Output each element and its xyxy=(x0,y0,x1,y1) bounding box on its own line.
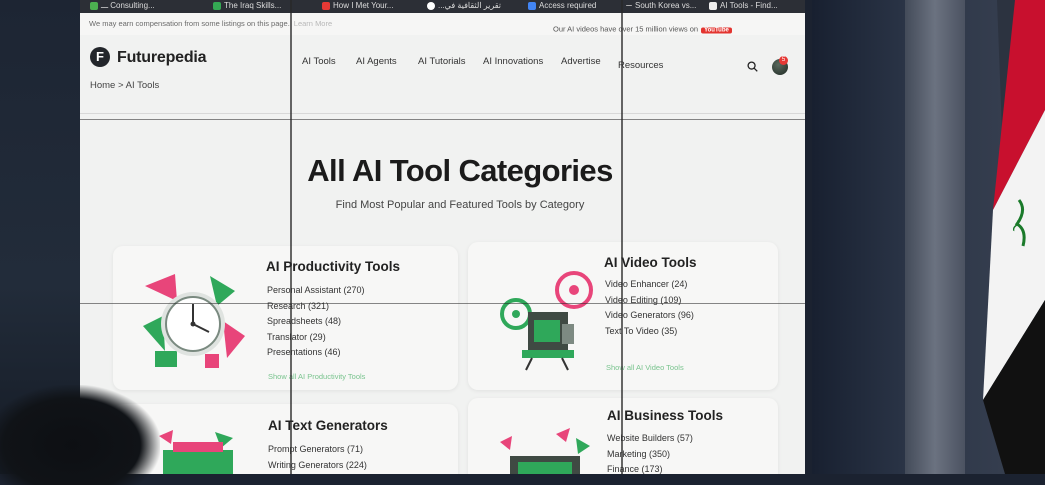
subcategory-list: Website Builders (57) Marketing (350) Fi… xyxy=(607,431,693,474)
search-icon[interactable] xyxy=(747,61,758,72)
projected-screen: ـــ Consulting... The Iraq Skills... How… xyxy=(80,0,805,474)
site-logo-text[interactable]: Futurepedia xyxy=(117,49,207,67)
nav-advertise[interactable]: Advertise xyxy=(561,56,601,67)
nav-ai-tutorials[interactable]: AI Tutorials xyxy=(418,56,466,67)
tab-favicon-icon xyxy=(213,1,221,10)
list-item[interactable]: Website Builders (57) xyxy=(607,431,693,447)
futurepedia-logo-icon[interactable]: F xyxy=(90,47,110,67)
header-divider xyxy=(80,113,805,114)
browser-tab[interactable]: How I Met Your... xyxy=(322,0,393,13)
category-title[interactable]: AI Video Tools xyxy=(604,255,697,270)
tab-favicon-icon xyxy=(322,1,330,10)
page-subtitle: Find Most Popular and Featured Tools by … xyxy=(335,199,585,211)
tab-label: How I Met Your... xyxy=(333,1,394,10)
tab-favicon-icon xyxy=(626,5,632,7)
breadcrumb[interactable]: Home > AI Tools xyxy=(90,80,159,91)
list-item[interactable]: Video Enhancer (24) xyxy=(605,277,694,293)
screen-seam xyxy=(80,119,805,120)
notification-badge: 5 xyxy=(779,56,788,65)
category-title[interactable]: AI Productivity Tools xyxy=(266,259,400,274)
tab-favicon-icon xyxy=(90,1,98,10)
tab-favicon-icon xyxy=(427,1,435,10)
tab-label: ...تقرير الثقافية في xyxy=(438,1,502,10)
learn-more-link[interactable]: Learn More xyxy=(294,19,332,28)
show-all-link[interactable]: Show all AI Productivity Tools xyxy=(268,372,365,381)
compensation-notice-bar: We may earn compensation from some listi… xyxy=(80,13,805,35)
subcategory-list: Personal Assistant (270) Research (321) … xyxy=(267,283,365,361)
browser-tab[interactable]: South Korea vs... xyxy=(626,0,696,13)
tab-label: ـــ Consulting... xyxy=(101,1,155,10)
list-item[interactable]: Prompt Generators (71) xyxy=(268,442,367,458)
tab-favicon-icon xyxy=(709,1,717,10)
clock-illustration-icon xyxy=(143,274,245,368)
browser-tab-active[interactable]: AI Tools - Find... xyxy=(709,0,778,13)
category-card-business[interactable]: AI Business Tools Website Builders (57) … xyxy=(468,398,778,474)
screen-seam xyxy=(290,0,292,474)
category-card-video[interactable]: AI Video Tools Video Enhancer (24) Video… xyxy=(468,242,778,390)
nav-ai-innovations[interactable]: AI Innovations xyxy=(483,56,543,67)
tab-label: The Iraq Skills... xyxy=(224,1,282,10)
site-header: F Futurepedia AI Tools AI Agents AI Tuto… xyxy=(80,38,805,82)
flag: ~ xyxy=(983,0,1045,474)
youtube-logo-icon: YouTube xyxy=(701,27,732,34)
category-title[interactable]: AI Business Tools xyxy=(607,408,723,423)
nav-ai-tools[interactable]: AI Tools xyxy=(302,56,336,67)
compensation-notice: We may earn compensation from some listi… xyxy=(89,19,332,28)
list-item[interactable]: Video Editing (109) xyxy=(605,293,694,309)
category-card-text[interactable]: AI Text Generators Prompt Generators (71… xyxy=(113,404,458,474)
screen-seam xyxy=(621,0,623,474)
typewriter-illustration-icon xyxy=(159,430,233,474)
list-item[interactable]: Personal Assistant (270) xyxy=(267,283,365,299)
subcategory-list: Prompt Generators (71) Writing Generator… xyxy=(268,442,367,473)
list-item[interactable]: Translator (29) xyxy=(267,330,365,346)
browser-tab[interactable]: ...تقرير الثقافية في xyxy=(427,0,501,13)
category-title[interactable]: AI Text Generators xyxy=(268,418,388,433)
briefcase-illustration-icon xyxy=(500,428,590,474)
compensation-text: We may earn compensation from some listi… xyxy=(89,19,290,28)
page-title: All AI Tool Categories xyxy=(307,153,613,188)
youtube-views-promo[interactable]: Our AI videos have over 15 million views… xyxy=(553,25,732,34)
tab-label: AI Tools - Find... xyxy=(720,1,778,10)
tab-label: South Korea vs... xyxy=(635,1,697,10)
projector-illustration-icon xyxy=(500,271,593,371)
list-item[interactable]: Text To Video (35) xyxy=(605,324,694,340)
tab-favicon-icon xyxy=(528,1,536,10)
category-card-productivity[interactable]: AI Productivity Tools Personal Assistant… xyxy=(113,246,458,390)
browser-tab[interactable]: ـــ Consulting... xyxy=(90,0,155,13)
tab-label: Access required xyxy=(539,1,597,10)
subcategory-list: Video Enhancer (24) Video Editing (109) … xyxy=(605,277,694,339)
list-item[interactable]: Marketing (350) xyxy=(607,447,693,463)
audience-head xyxy=(0,385,160,485)
list-item[interactable]: Video Generators (96) xyxy=(605,308,694,324)
nav-resources[interactable]: Resources xyxy=(618,60,663,71)
room-pillar xyxy=(905,0,965,474)
screen-seam xyxy=(80,303,805,304)
nav-ai-agents[interactable]: AI Agents xyxy=(356,56,397,67)
list-item[interactable]: Research (321) xyxy=(267,299,365,315)
list-item[interactable]: Presentations (46) xyxy=(267,345,365,361)
browser-tab[interactable]: Access required xyxy=(528,0,596,13)
browser-tab[interactable]: The Iraq Skills... xyxy=(213,0,281,13)
show-all-link[interactable]: Show all AI Video Tools xyxy=(606,363,684,372)
list-item[interactable]: Writing Generators (224) xyxy=(268,458,367,474)
browser-tab-bar: ـــ Consulting... The Iraq Skills... How… xyxy=(80,0,805,13)
list-item[interactable]: Spreadsheets (48) xyxy=(267,314,365,330)
list-item[interactable]: Finance (173) xyxy=(607,462,693,474)
views-text: Our AI videos have over 15 million views… xyxy=(553,24,699,34)
